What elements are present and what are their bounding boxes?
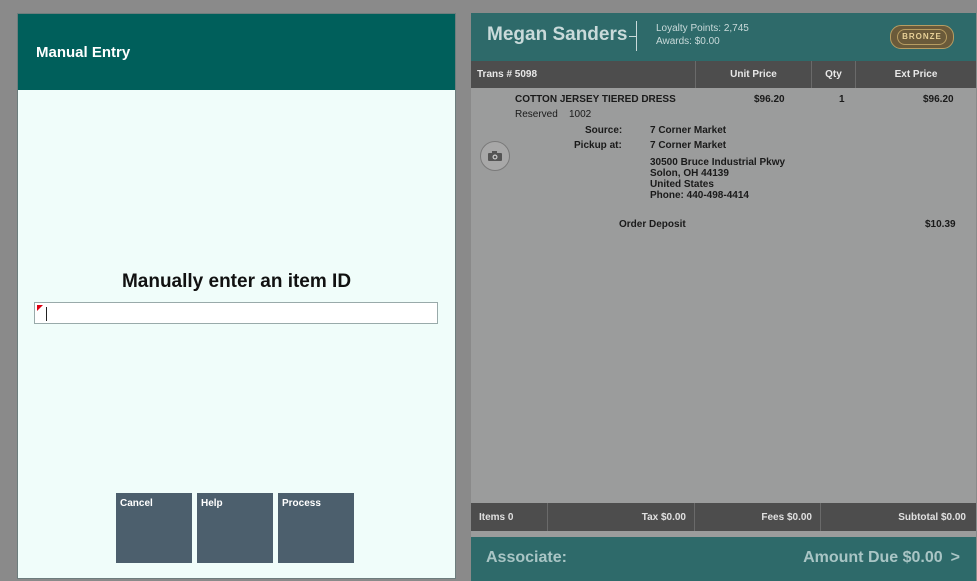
pickup-label: Pickup at: [574, 140, 622, 151]
amount-due-text: Amount Due $0.00 [803, 549, 943, 566]
qty-header: Qty [812, 61, 856, 88]
address-city: Solon, OH 44139 [650, 168, 729, 179]
associate-label: Associate: [486, 549, 567, 566]
entry-prompt: Manually enter an item ID [121, 271, 352, 292]
loyalty-points: Loyalty Points: 2,745 [656, 23, 749, 34]
text-caret [46, 307, 47, 321]
loyalty-info: Loyalty Points: 2,745 Awards: $0.00 [656, 22, 749, 48]
process-button[interactable]: Process [278, 493, 354, 563]
source-value: 7 Corner Market [650, 125, 727, 136]
source-label: Source: [585, 125, 623, 136]
cancel-button[interactable]: Cancel [116, 493, 192, 563]
help-button[interactable]: Help [197, 493, 273, 563]
manual-entry-title: Manual Entry [18, 14, 455, 90]
item-id-input[interactable] [35, 303, 437, 323]
pickup-value: 7 Corner Market [650, 140, 727, 151]
totals-bar: Items 0 Tax $0.00 Fees $0.00 Subtotal $0… [471, 503, 976, 531]
tax-total: Tax $0.00 [548, 503, 695, 531]
item-qty: 1 [839, 94, 845, 105]
address-line: 30500 Bruce Industrial Pkwy [650, 157, 786, 168]
trans-number: Trans # 5098 [471, 61, 696, 88]
chevron-right-icon: > [950, 549, 960, 566]
item-unit-price: $96.20 [754, 94, 785, 105]
transaction-panel: Megan Sanders Loyalty Points: 2,745 Awar… [471, 13, 976, 581]
pickup-address: 30500 Bruce Industrial Pkwy Solon, OH 44… [650, 157, 785, 201]
address-country: United States [650, 179, 714, 190]
item-name: COTTON JERSEY TIERED DRESS [515, 94, 676, 105]
unit-price-header: Unit Price [696, 61, 812, 88]
subtotal: Subtotal $0.00 [898, 511, 966, 523]
bronze-tier-badge-icon: BRONZE [890, 25, 954, 49]
awards: Awards: $0.00 [656, 36, 720, 47]
manual-entry-panel: Manual Entry Manually enter an item ID C… [17, 13, 456, 579]
ext-price-header: Ext Price [894, 69, 938, 80]
required-flag-icon [37, 305, 43, 311]
transaction-table-header: Trans # 5098 Unit Price Qty Ext Price [471, 61, 976, 88]
amount-due[interactable]: Amount Due $0.00 > [803, 549, 960, 567]
fees-total: Fees $0.00 [695, 503, 821, 531]
bracket-divider [629, 21, 647, 51]
deposit-amount: $10.39 [925, 219, 956, 230]
item-id-field[interactable] [34, 302, 438, 324]
camera-icon[interactable] [480, 141, 510, 171]
amount-due-bar[interactable]: Associate: Amount Due $0.00 > [471, 537, 976, 581]
items-count: Items 0 [471, 503, 548, 531]
customer-name: Megan Sanders [487, 24, 628, 45]
deposit-label: Order Deposit [619, 219, 686, 230]
line-items-list: COTTON JERSEY TIERED DRESS $96.20 1 $96.… [471, 88, 976, 503]
reservation-status: Reserved [515, 109, 558, 120]
item-ext-price: $96.20 [923, 94, 954, 105]
address-phone: Phone: 440-498-4414 [650, 190, 749, 201]
customer-header[interactable]: Megan Sanders Loyalty Points: 2,745 Awar… [471, 13, 976, 61]
reservation-code: 1002 [569, 109, 592, 120]
